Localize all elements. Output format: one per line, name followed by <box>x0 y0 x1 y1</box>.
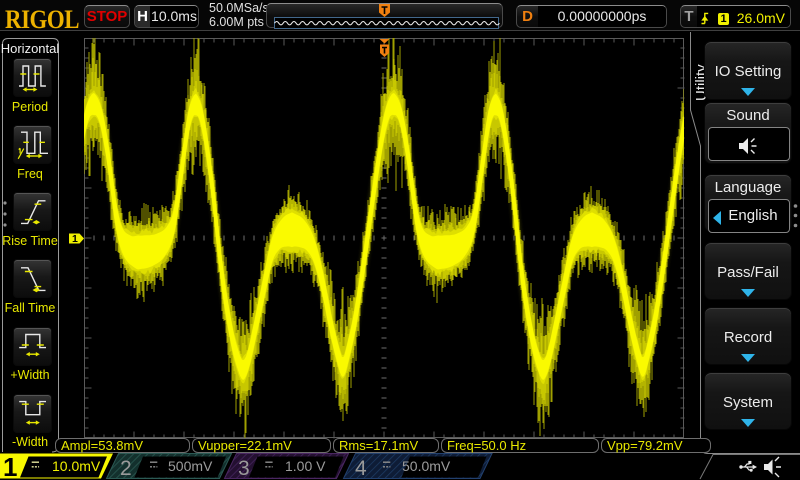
svg-text:4: 4 <box>355 457 367 480</box>
svg-text:2: 2 <box>120 457 132 480</box>
svg-text:500mV: 500mV <box>168 458 213 474</box>
svg-text:3: 3 <box>238 457 250 480</box>
svg-text:1.00 V: 1.00 V <box>285 458 326 474</box>
svg-text:50.0mV: 50.0mV <box>402 458 451 474</box>
svg-text:10.0mV: 10.0mV <box>52 458 101 474</box>
svg-text:1: 1 <box>3 452 17 480</box>
